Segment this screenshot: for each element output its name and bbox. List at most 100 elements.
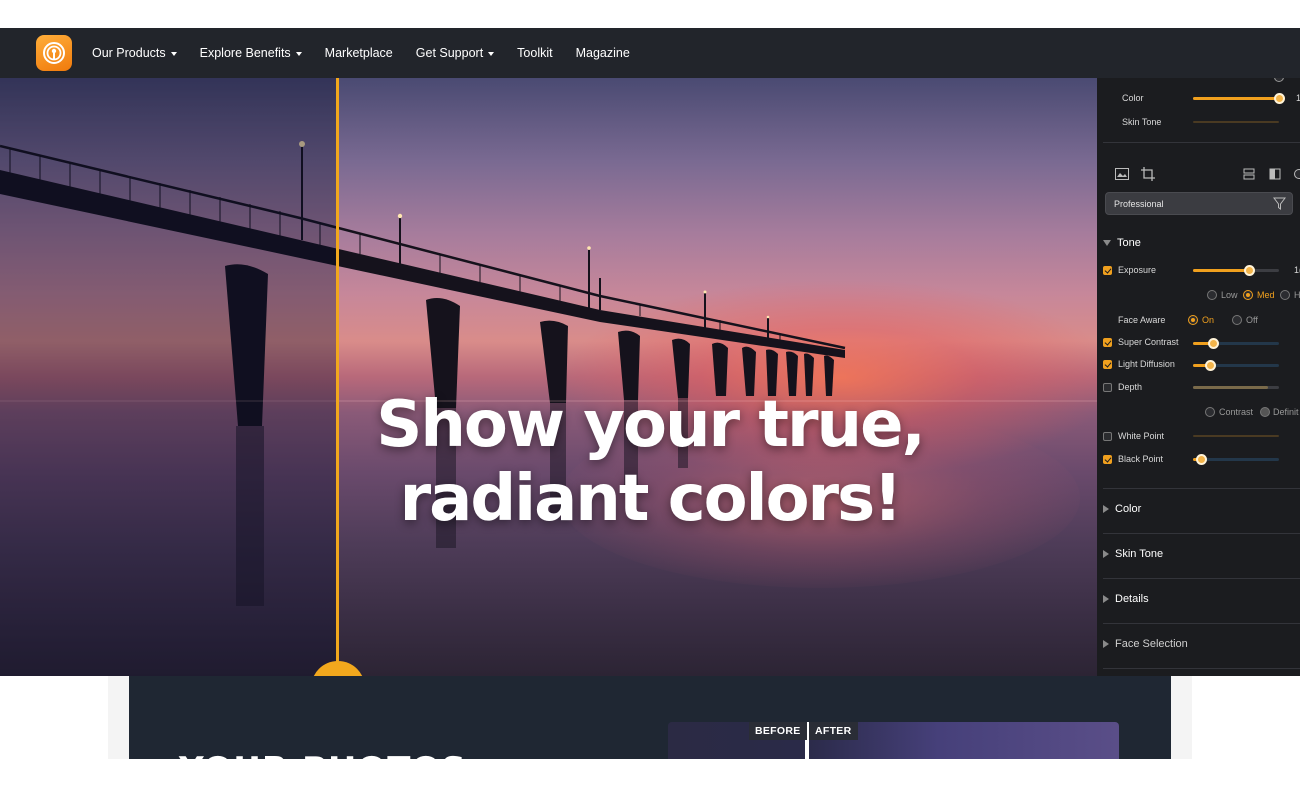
super-contrast-slider[interactable] <box>1193 338 1279 349</box>
exposure-high-radio[interactable] <box>1280 290 1290 300</box>
light-diffusion-slider[interactable] <box>1193 360 1279 371</box>
preset-value: Professional <box>1114 199 1164 209</box>
divider <box>1103 623 1300 624</box>
face-aware-on-label: On <box>1202 315 1215 325</box>
slider-knob[interactable] <box>1204 360 1216 371</box>
section-details[interactable]: Details <box>1103 593 1149 605</box>
section-heading: YOUR PHOTOS <box>179 750 467 759</box>
headline-line-2: radiant colors! <box>399 462 903 536</box>
editor-panel: Color 1 Skin Tone Professional Tone Expo… <box>1097 78 1300 676</box>
image-icon[interactable] <box>1115 168 1129 180</box>
exposure-high-label: H <box>1294 290 1300 300</box>
color-value: 1 <box>1296 93 1300 103</box>
white-point-slider[interactable] <box>1193 435 1279 437</box>
section-skin-tone[interactable]: Skin Tone <box>1103 548 1163 560</box>
depth-definition-label: Definit <box>1273 407 1299 417</box>
depth-checkbox[interactable] <box>1103 383 1112 392</box>
triangle-down-icon <box>1103 240 1111 246</box>
face-aware-off-label: Off <box>1246 315 1258 325</box>
section-color[interactable]: Color <box>1103 503 1141 515</box>
face-aware-off-radio[interactable] <box>1232 315 1242 325</box>
face-aware-label: Face Aware <box>1118 315 1166 325</box>
before-label: BEFORE <box>749 722 807 740</box>
exposure-value: 1( <box>1294 265 1300 275</box>
exposure-low-label: Low <box>1221 290 1238 300</box>
headline-line-1: Show your true, <box>376 388 926 462</box>
slider-label-color: Color <box>1122 93 1144 103</box>
depth-label: Depth <box>1118 382 1143 392</box>
settings-circle-icon[interactable] <box>1294 169 1300 179</box>
compare-divider[interactable] <box>336 78 339 676</box>
nav-item-label: Explore Benefits <box>199 46 291 60</box>
chevron-down-icon <box>488 51 495 56</box>
triangle-right-icon <box>1103 505 1109 513</box>
app-logo-icon[interactable] <box>36 35 72 71</box>
nav-item-label: Magazine <box>575 46 630 60</box>
depth-contrast-label: Contrast <box>1219 407 1254 417</box>
exposure-med-radio[interactable] <box>1243 290 1253 300</box>
hero-headline: Show your true, radiant colors! <box>330 388 970 536</box>
depth-contrast-radio[interactable] <box>1205 407 1215 417</box>
white-point-label: White Point <box>1118 431 1165 441</box>
slider-knob[interactable] <box>1244 265 1256 276</box>
black-point-checkbox[interactable] <box>1103 455 1112 464</box>
divider <box>1103 668 1300 669</box>
face-aware-on-radio[interactable] <box>1188 315 1198 325</box>
nav-menu: Our Products Explore Benefits Marketplac… <box>92 28 653 78</box>
chevron-down-icon <box>170 51 177 56</box>
before-overlay <box>0 78 337 676</box>
black-point-slider[interactable] <box>1193 454 1279 465</box>
nav-item-toolkit[interactable]: Toolkit <box>517 46 552 60</box>
top-control-icon <box>1274 78 1284 82</box>
exposure-checkbox[interactable] <box>1103 266 1112 275</box>
section-title: Skin Tone <box>1115 548 1164 560</box>
nav-item-marketplace[interactable]: Marketplace <box>325 46 393 60</box>
color-slider[interactable] <box>1193 93 1285 104</box>
divider <box>1103 142 1300 143</box>
section-tone[interactable]: Tone <box>1103 237 1141 249</box>
filter-icon <box>1273 197 1286 210</box>
slider-knob[interactable] <box>1273 93 1285 104</box>
straighten-icon[interactable] <box>1243 168 1255 180</box>
white-point-checkbox[interactable] <box>1103 432 1112 441</box>
black-point-label: Black Point <box>1118 454 1164 464</box>
top-nav: Our Products Explore Benefits Marketplac… <box>0 28 1300 78</box>
nav-item-label: Toolkit <box>517 46 553 60</box>
slider-fill <box>1193 97 1279 100</box>
chevron-down-icon <box>295 51 302 56</box>
light-diffusion-checkbox[interactable] <box>1103 360 1112 369</box>
slider-knob[interactable] <box>1196 454 1208 465</box>
crop-icon[interactable] <box>1141 167 1155 181</box>
slider-fill <box>1193 386 1268 389</box>
hero-banner: Show your true, radiant colors! <box>0 78 1097 676</box>
super-contrast-label: Super Contrast <box>1118 337 1179 347</box>
divider <box>1103 488 1300 489</box>
exposure-low-radio[interactable] <box>1207 290 1217 300</box>
nav-item-explore-benefits[interactable]: Explore Benefits <box>200 46 302 60</box>
nav-item-our-products[interactable]: Our Products <box>92 46 177 60</box>
section-face-selection[interactable]: Face Selection <box>1103 638 1188 650</box>
section-title: Color <box>1115 503 1142 515</box>
super-contrast-checkbox[interactable] <box>1103 338 1112 347</box>
depth-slider[interactable] <box>1193 386 1279 389</box>
exposure-slider[interactable] <box>1193 265 1279 276</box>
depth-definition-radio[interactable] <box>1260 407 1270 417</box>
skin-tone-slider[interactable] <box>1193 121 1279 123</box>
content-section: YOUR PHOTOS BEFORE AFTER <box>129 676 1171 759</box>
after-label: AFTER <box>809 722 858 740</box>
section-title: Face Selection <box>1115 638 1188 650</box>
compare-icon[interactable] <box>1269 168 1281 180</box>
divider <box>1103 533 1300 534</box>
preset-select[interactable]: Professional <box>1105 192 1293 215</box>
slider-fill <box>1193 269 1250 272</box>
nav-item-get-support[interactable]: Get Support <box>415 46 495 60</box>
triangle-right-icon <box>1103 595 1109 603</box>
nav-item-label: Get Support <box>415 46 484 60</box>
triangle-right-icon <box>1103 640 1109 648</box>
nav-item-label: Marketplace <box>324 46 393 60</box>
nav-item-magazine[interactable]: Magazine <box>576 46 630 60</box>
slider-knob[interactable] <box>1208 338 1220 349</box>
before-after-image[interactable]: BEFORE AFTER <box>668 722 1119 759</box>
slider-label-skin-tone: Skin Tone <box>1122 117 1162 127</box>
nav-item-label: Our Products <box>92 46 166 60</box>
